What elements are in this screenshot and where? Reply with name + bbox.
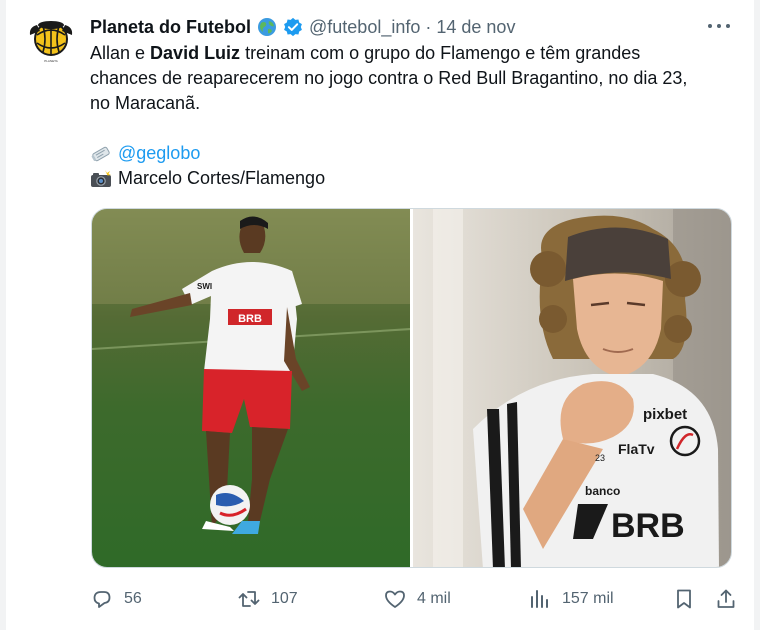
svg-text:PLANETA: PLANETA (44, 59, 57, 63)
separator-dot: · (425, 16, 432, 37)
views-icon (531, 590, 548, 608)
bold-name: David Luiz (150, 43, 241, 63)
newspaper-icon (90, 144, 112, 164)
author-name[interactable]: Planeta do Futebol (90, 17, 251, 38)
tweet-card[interactable]: PLANETA Planeta do Futebol @futebol_info… (6, 0, 754, 630)
tweet-text-line-2: chances de reaparecerem no jogo contra o… (90, 68, 688, 88)
tweet-header: Planeta do Futebol @futebol_info · 14 de… (90, 15, 515, 39)
like-button[interactable]: 4 mil (383, 584, 451, 614)
shirt-sleeve-text: SWI (197, 282, 212, 291)
allan-training-photo[interactable]: BRB SWI (92, 209, 410, 567)
source-link[interactable]: @geglobo (118, 141, 200, 166)
shirt-sponsor-pixbet: pixbet (643, 406, 687, 423)
reply-button[interactable]: 56 (90, 584, 142, 614)
media-grid: BRB SWI pixbet FlaTv banco BRB 23 (91, 208, 732, 568)
reply-icon (93, 591, 111, 608)
camera-flash-icon (90, 169, 112, 189)
share-button[interactable] (714, 584, 738, 614)
source-line: @geglobo (90, 141, 740, 166)
more-options-icon[interactable] (708, 16, 730, 36)
author-handle[interactable]: @futebol_info (309, 17, 420, 38)
author-avatar[interactable]: PLANETA (25, 13, 77, 65)
globe-icon (257, 17, 277, 37)
david-luiz-portrait-photo[interactable]: pixbet FlaTv banco BRB 23 (413, 209, 731, 567)
photo-credit-line: Marcelo Cortes/Flamengo (90, 166, 740, 191)
verified-badge-icon (283, 17, 303, 37)
shirt-flatv: FlaTv (618, 441, 655, 457)
tweet-text-line-1: Allan e David Luiz treinam com o grupo d… (90, 43, 641, 63)
views-count: 157 mil (562, 590, 614, 607)
shirt-number: 23 (595, 453, 605, 463)
bookmark-icon (677, 589, 691, 609)
photo-credit: Marcelo Cortes/Flamengo (118, 168, 326, 188)
tweet-text-line-3: no Maracanã. (90, 93, 201, 113)
planeta-do-futebol-logo: PLANETA (26, 14, 76, 64)
reply-count: 56 (124, 590, 142, 607)
shirt-banco: banco (585, 484, 620, 498)
tweet-text: Allan e David Luiz treinam com o grupo d… (90, 41, 740, 191)
like-count: 4 mil (417, 590, 451, 607)
share-icon (717, 589, 735, 608)
bookmark-button[interactable] (672, 584, 696, 614)
shirt-brb: BRB (611, 507, 685, 545)
action-bar: 56 107 4 mil 157 mil (90, 584, 740, 614)
retweet-icon (238, 591, 260, 607)
retweet-count: 107 (271, 590, 298, 607)
tweet-date[interactable]: 14 de nov (436, 17, 515, 38)
retweet-button[interactable]: 107 (237, 584, 298, 614)
heart-icon (385, 590, 405, 608)
views-button[interactable]: 157 mil (528, 584, 614, 614)
shirt-brb-text: BRB (238, 313, 262, 325)
